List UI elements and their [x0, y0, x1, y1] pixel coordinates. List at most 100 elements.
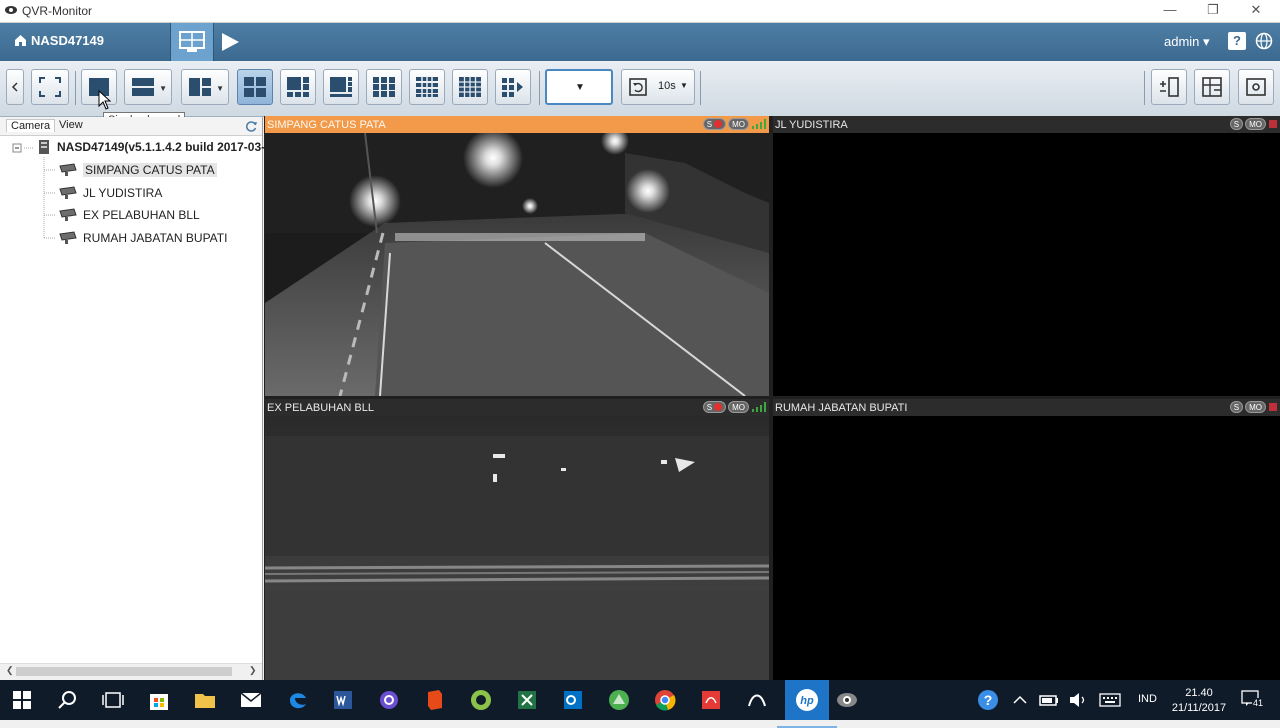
hp-app-tile[interactable]: hp	[777, 680, 837, 728]
tree-server-node[interactable]: NASD47149(v5.1.1.4.2 build 2017-03-2	[36, 137, 272, 157]
video-channel-tile[interactable]: EX PELABUHAN BLL S MO	[265, 399, 769, 680]
minimize-button[interactable]: —	[1160, 2, 1180, 18]
live-view-tab[interactable]	[170, 23, 214, 61]
media-icon[interactable]	[745, 688, 769, 712]
store-icon[interactable]	[147, 688, 171, 712]
video-channel-tile[interactable]: RUMAH JABATAN BUPATI S MO	[773, 399, 1280, 680]
tree-camera-item[interactable]: EX PELABUHAN BLL	[58, 205, 200, 225]
horizontal-split-button[interactable]: ▼	[124, 69, 172, 105]
scroll-left-icon[interactable]: ❮	[6, 665, 14, 676]
start-icon[interactable]	[10, 688, 34, 712]
edge-icon[interactable]	[286, 688, 310, 712]
camera-label: EX PELABUHAN BLL	[83, 208, 200, 222]
tree-camera-item[interactable]: RUMAH JABATAN BUPATI	[58, 228, 227, 248]
settings-icon	[1246, 78, 1266, 96]
server-label[interactable]: NASD47149	[14, 33, 104, 48]
toolbar-separator	[539, 71, 540, 105]
globe-icon[interactable]	[1255, 32, 1273, 50]
grid-4x4-icon	[458, 76, 482, 98]
horizontal-scrollbar[interactable]: ❮ ❯	[0, 663, 262, 680]
input-language[interactable]: IND	[1138, 693, 1157, 705]
clock[interactable]: 21.40 21/11/2017	[1170, 686, 1228, 716]
scrollbar-thumb[interactable]	[16, 667, 232, 676]
camera-feed-image	[265, 133, 769, 396]
channel-title-bar: RUMAH JABATAN BUPATI S MO	[773, 399, 1280, 416]
help-tray-icon[interactable]: ?	[976, 688, 1000, 712]
recording-status-icon: S	[702, 118, 727, 130]
layout-2x2-button[interactable]	[237, 69, 273, 105]
clock-time: 21.40	[1185, 687, 1213, 699]
stream-settings-button[interactable]	[1151, 69, 1187, 105]
layout-4x3-button[interactable]	[409, 69, 445, 105]
android-icon[interactable]	[469, 688, 493, 712]
restore-button[interactable]: ❐	[1203, 2, 1223, 18]
mixed-layout-button[interactable]: ▼	[181, 69, 229, 105]
video-channel-tile[interactable]: SIMPANG CATUS PATA S MO	[265, 116, 769, 396]
toolbar-separator	[1144, 71, 1145, 105]
channel-status-icons: S MO	[702, 401, 767, 413]
outlook-icon[interactable]	[561, 688, 585, 712]
chevron-down-icon: ▼	[680, 81, 688, 90]
camera-label: RUMAH JABATAN BUPATI	[83, 231, 228, 245]
playback-icon[interactable]	[218, 31, 242, 53]
window-title: QVR-Monitor	[22, 4, 93, 18]
scroll-right-icon[interactable]: ❯	[249, 665, 257, 676]
sequence-interval: 10s	[658, 80, 676, 92]
word-icon[interactable]	[331, 688, 355, 712]
volume-icon[interactable]	[1066, 688, 1090, 712]
pdf-icon[interactable]	[699, 688, 723, 712]
toolbar-separator	[75, 71, 76, 105]
sequence-icon	[629, 78, 647, 96]
camera-icon	[59, 163, 77, 176]
settings-button[interactable]	[1238, 69, 1274, 105]
sequence-mode-button[interactable]: 10s ▼	[621, 69, 695, 105]
chevron-down-icon: ▼	[575, 82, 585, 93]
e-map-button[interactable]	[1194, 69, 1230, 105]
windows-taskbar: hp ? IND 21.40 21/11/2017 41	[0, 680, 1280, 728]
collapse-panel-button[interactable]	[6, 69, 24, 105]
recording-status-icon: S	[1229, 401, 1244, 413]
fullscreen-button[interactable]	[31, 69, 69, 105]
video-channel-tile[interactable]: JL YUDISTIRA S MO	[773, 116, 1280, 396]
maps-icon[interactable]	[607, 688, 631, 712]
office-icon[interactable]	[423, 688, 447, 712]
no-signal-icon	[1269, 403, 1277, 411]
camera-icon	[59, 231, 77, 244]
layout-3x3-button[interactable]	[366, 69, 402, 105]
excel-icon[interactable]	[515, 688, 539, 712]
camera-icon	[59, 186, 77, 199]
layout-toolbar: ▼ ▼ ▼ 10s ▼	[0, 61, 1280, 117]
channel-select-dropdown[interactable]: ▼	[545, 69, 613, 105]
search-icon[interactable]	[56, 688, 80, 712]
fullscreen-icon	[39, 77, 61, 97]
channel-title-bar: EX PELABUHAN BLL S MO	[265, 399, 769, 416]
help-icon[interactable]: ?	[1228, 32, 1246, 50]
user-menu[interactable]: admin ▾	[1164, 34, 1210, 50]
close-button[interactable]: ✕	[1246, 2, 1266, 18]
chevron-left-icon	[11, 82, 18, 92]
camera-icon	[59, 208, 77, 221]
channel-name: JL YUDISTIRA	[775, 119, 848, 131]
mail-icon[interactable]	[239, 688, 263, 712]
stream-settings-icon	[1160, 77, 1179, 97]
chrome-icon[interactable]	[653, 688, 677, 712]
recording-badge: S	[706, 402, 713, 412]
layout-1plus5-button[interactable]	[280, 69, 316, 105]
chevron-up-icon[interactable]	[1008, 688, 1032, 712]
channel-name: RUMAH JABATAN BUPATI	[775, 402, 908, 414]
browser-icon[interactable]	[377, 688, 401, 712]
tree-camera-item[interactable]: SIMPANG CATUS PATA	[58, 160, 217, 180]
tree-camera-item[interactable]: JL YUDISTIRA	[58, 183, 162, 203]
battery-icon[interactable]	[1037, 688, 1061, 712]
keyboard-icon[interactable]	[1098, 688, 1122, 712]
channel-name: SIMPANG CATUS PATA	[267, 119, 386, 131]
qvr-icon[interactable]	[835, 688, 859, 712]
task-view-icon[interactable]	[101, 688, 125, 712]
notification-center[interactable]: 41	[1240, 688, 1265, 712]
svg-text:hp: hp	[800, 695, 814, 707]
layout-1plus7-button[interactable]	[323, 69, 359, 105]
grid-4x3-icon	[416, 76, 438, 98]
file-explorer-icon[interactable]	[193, 688, 217, 712]
more-layouts-button[interactable]	[495, 69, 531, 105]
layout-4x4-button[interactable]	[452, 69, 488, 105]
